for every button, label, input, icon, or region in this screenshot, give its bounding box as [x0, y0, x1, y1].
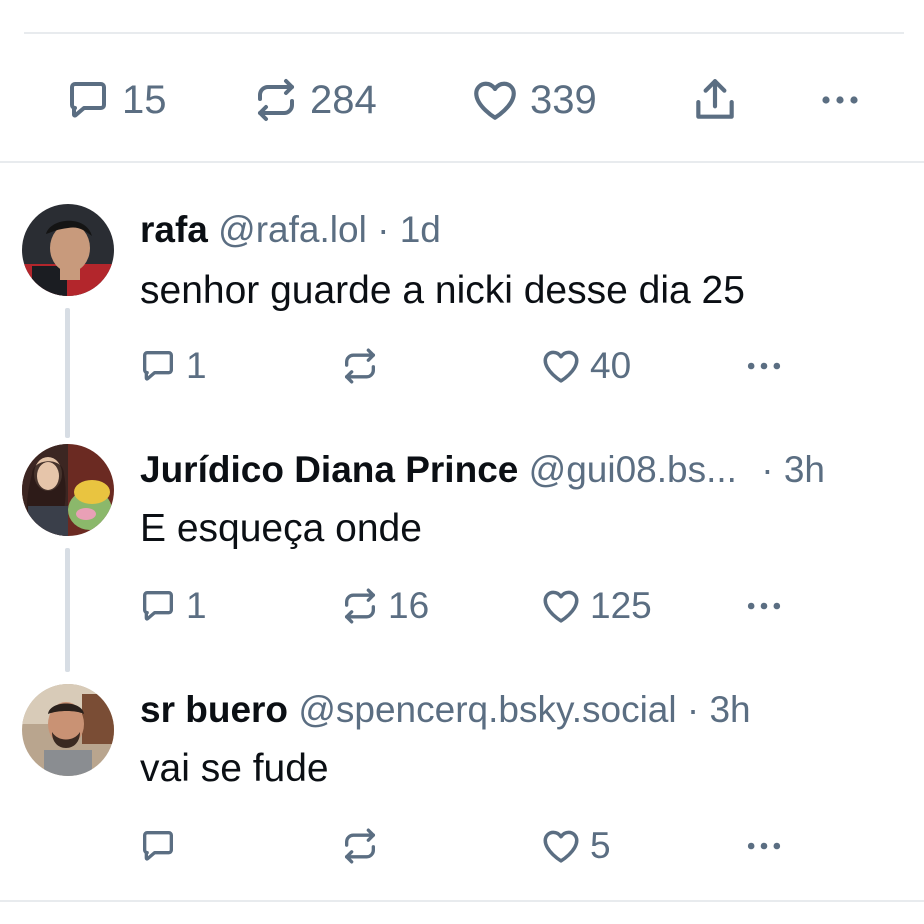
post-time: 1d: [399, 209, 441, 250]
reply-actions: 1 40: [138, 344, 898, 388]
separator: ·: [761, 449, 774, 490]
reply-actions: 5: [138, 824, 898, 868]
repost-icon: [345, 588, 375, 624]
avatar[interactable]: [22, 444, 114, 536]
avatar-image: [22, 684, 114, 776]
separator: ·: [686, 689, 700, 730]
main-more-button[interactable]: [816, 72, 864, 128]
main-like-button[interactable]: 339: [470, 72, 597, 128]
main-post-actions: 15 284 339: [64, 72, 884, 128]
main-reply-count: 15: [122, 77, 167, 122]
divider: [0, 900, 924, 902]
reply-count: 1: [186, 345, 207, 386]
reply-button[interactable]: 1: [138, 344, 207, 388]
more-icon: [822, 96, 858, 104]
more-button[interactable]: [742, 824, 786, 868]
post-time: 3h: [709, 689, 751, 730]
repost-icon: [345, 828, 375, 864]
reply-icon: [143, 831, 173, 861]
like-count: 125: [590, 585, 652, 626]
reply-header: Jurídico Diana Prince @gui08.bs... · 3h: [140, 448, 825, 492]
reply-button[interactable]: [138, 824, 186, 868]
main-like-count: 339: [530, 77, 597, 122]
avatar[interactable]: [22, 684, 114, 776]
reply-item[interactable]: Jurídico Diana Prince @gui08.bs... · 3h …: [0, 440, 924, 680]
like-count: 40: [590, 345, 632, 386]
post-time: 3h: [783, 449, 825, 490]
reply-button[interactable]: 1: [138, 584, 207, 628]
separator: ·: [377, 209, 390, 250]
main-repost-button[interactable]: 284: [252, 72, 377, 128]
thread-line: [65, 548, 70, 672]
like-icon: [474, 81, 516, 120]
more-icon: [747, 842, 781, 850]
author-handle[interactable]: @rafa.lol: [218, 209, 367, 250]
reply-item[interactable]: rafa @rafa.lol · 1d senhor guarde a nick…: [0, 200, 924, 440]
like-button[interactable]: 5: [540, 824, 611, 868]
repost-button[interactable]: [340, 824, 388, 868]
reply-text: E esqueça onde: [140, 507, 422, 550]
reply-icon: [70, 82, 106, 118]
avatar-image: [22, 204, 114, 296]
like-icon: [543, 830, 579, 863]
thread-line: [65, 308, 70, 438]
repost-icon: [258, 79, 294, 121]
main-repost-count: 284: [310, 77, 377, 122]
reply-text: vai se fude: [140, 747, 329, 790]
repost-button[interactable]: [340, 344, 388, 388]
reply-header: sr buero @spencerq.bsky.social · 3h: [140, 688, 751, 732]
like-icon: [543, 350, 579, 383]
repost-button[interactable]: 16: [340, 584, 429, 628]
repost-icon: [345, 348, 375, 384]
author-handle[interactable]: @spencerq.bsky.social: [298, 689, 676, 730]
author-handle[interactable]: @gui08.bs...: [529, 449, 737, 490]
more-icon: [747, 602, 781, 610]
author-name[interactable]: sr buero: [140, 689, 288, 730]
author-name[interactable]: Jurídico Diana Prince: [140, 449, 518, 490]
avatar[interactable]: [22, 204, 114, 296]
like-count: 5: [590, 825, 611, 866]
reply-icon: [143, 591, 173, 621]
more-button[interactable]: [742, 344, 786, 388]
more-icon: [747, 362, 781, 370]
main-share-button[interactable]: [690, 72, 740, 128]
repost-count: 16: [388, 585, 430, 626]
divider: [0, 161, 924, 163]
reply-item[interactable]: sr buero @spencerq.bsky.social · 3h vai …: [0, 680, 924, 900]
divider: [24, 32, 904, 34]
share-icon: [696, 79, 734, 119]
like-button[interactable]: 125: [540, 584, 652, 628]
reply-header: rafa @rafa.lol · 1d: [140, 208, 441, 252]
reply-text: senhor guarde a nicki desse dia 25: [140, 269, 745, 312]
avatar-image: [22, 444, 114, 536]
reply-icon: [143, 351, 173, 381]
like-button[interactable]: 40: [540, 344, 631, 388]
like-icon: [543, 590, 579, 623]
more-button[interactable]: [742, 584, 786, 628]
reply-count: 1: [186, 585, 207, 626]
main-reply-button[interactable]: 15: [64, 72, 167, 128]
author-name[interactable]: rafa: [140, 209, 208, 250]
reply-actions: 1 16 125: [138, 584, 898, 628]
